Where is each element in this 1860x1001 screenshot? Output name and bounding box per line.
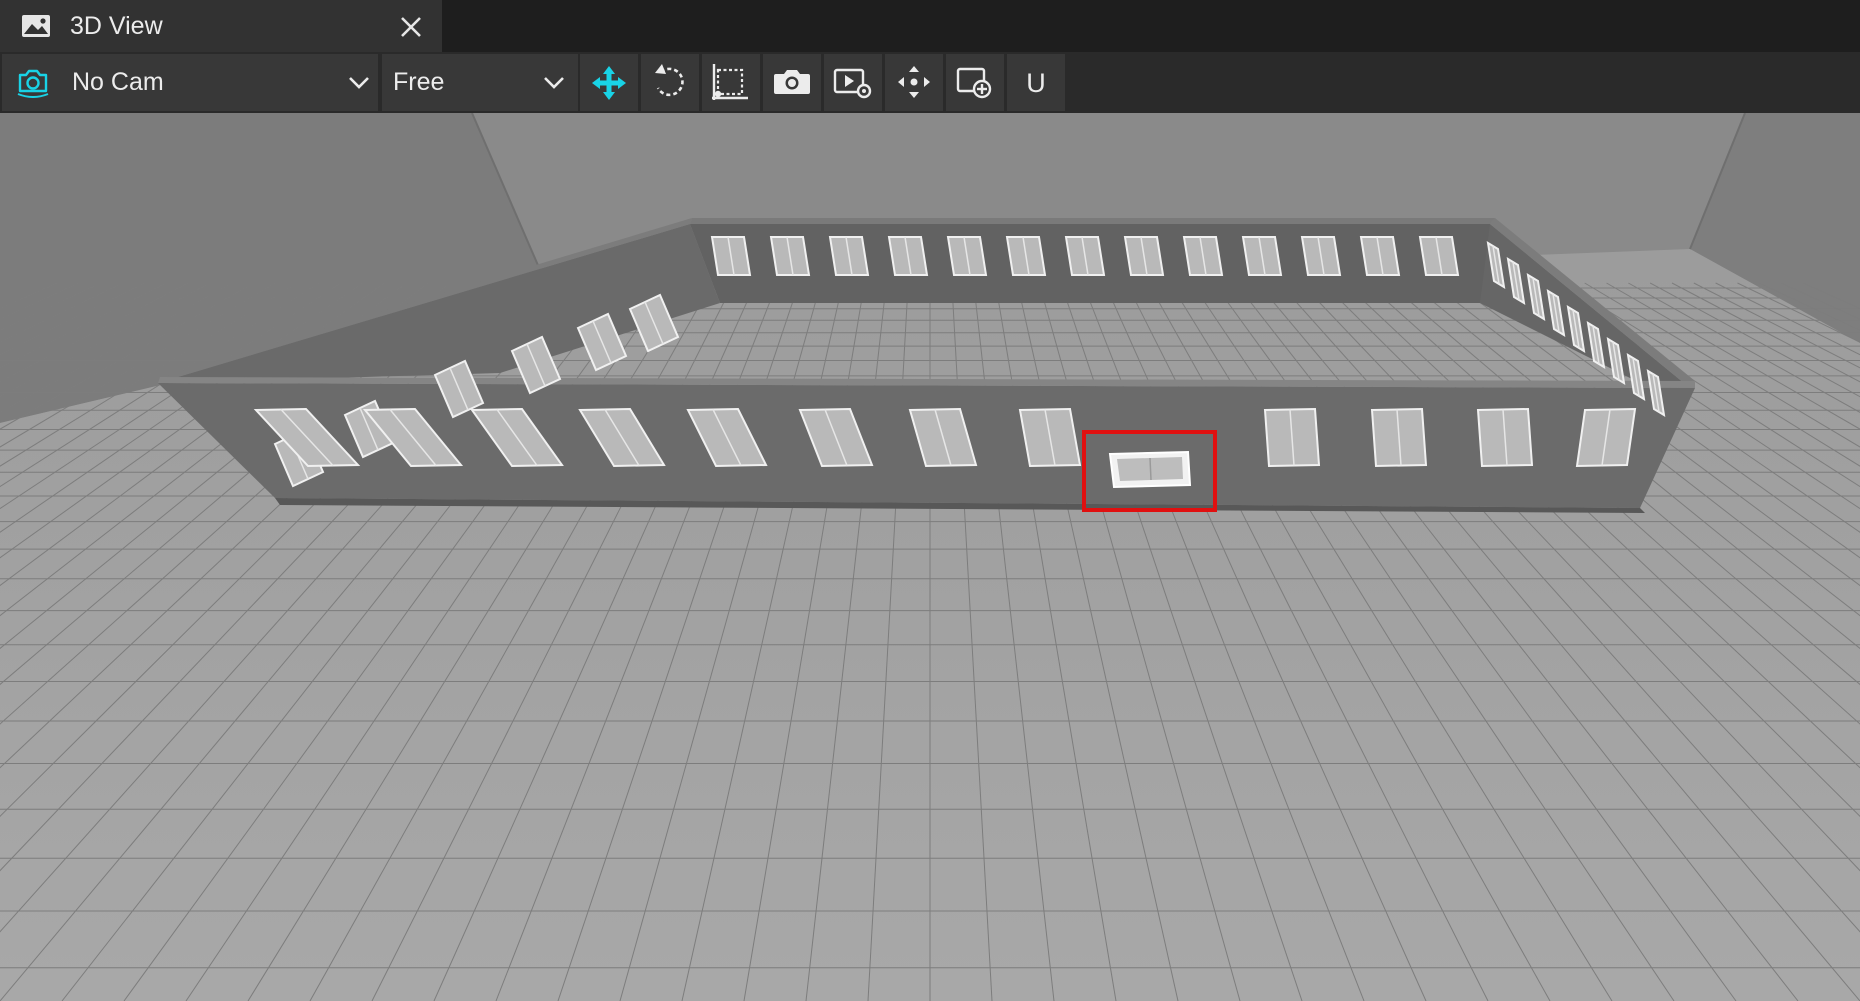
pan-button[interactable]	[885, 54, 943, 111]
camera-icon	[17, 69, 49, 98]
tab-bar: 3D View	[0, 0, 1860, 52]
u-button[interactable]: U	[1007, 54, 1065, 111]
tab-3d-view[interactable]: 3D View	[0, 0, 442, 52]
tab-title: 3D View	[70, 12, 163, 40]
chevron-down-icon	[544, 77, 564, 89]
chevron-down-icon	[349, 77, 369, 89]
render-settings-button[interactable]	[824, 54, 882, 111]
add-view-icon	[956, 67, 992, 99]
u-button-label: U	[1026, 68, 1046, 98]
scale-tool-button[interactable]	[702, 54, 760, 111]
mode-select[interactable]: Free	[382, 54, 578, 111]
move-arrows-icon	[592, 66, 626, 100]
scene-canvas[interactable]	[0, 113, 1860, 1001]
rotate-icon	[655, 64, 684, 97]
rotate-tool-button[interactable]	[641, 54, 699, 111]
viewport-toolbar: No Cam Free U	[0, 52, 1860, 113]
pan-arrows-icon	[898, 66, 930, 98]
camera-select[interactable]: No Cam	[2, 54, 378, 111]
add-view-button[interactable]	[946, 54, 1004, 111]
camera-icon	[774, 70, 810, 94]
close-icon[interactable]	[396, 12, 426, 42]
3d-viewport[interactable]	[0, 113, 1860, 1001]
selected-window[interactable]	[1108, 450, 1192, 489]
move-tool-button[interactable]	[580, 54, 638, 111]
camera-select-value: No Cam	[72, 68, 164, 96]
image-icon	[22, 15, 50, 37]
scale-icon	[712, 64, 748, 100]
screenshot-button[interactable]	[763, 54, 821, 111]
mode-select-value: Free	[393, 68, 445, 96]
render-settings-icon	[833, 68, 872, 99]
